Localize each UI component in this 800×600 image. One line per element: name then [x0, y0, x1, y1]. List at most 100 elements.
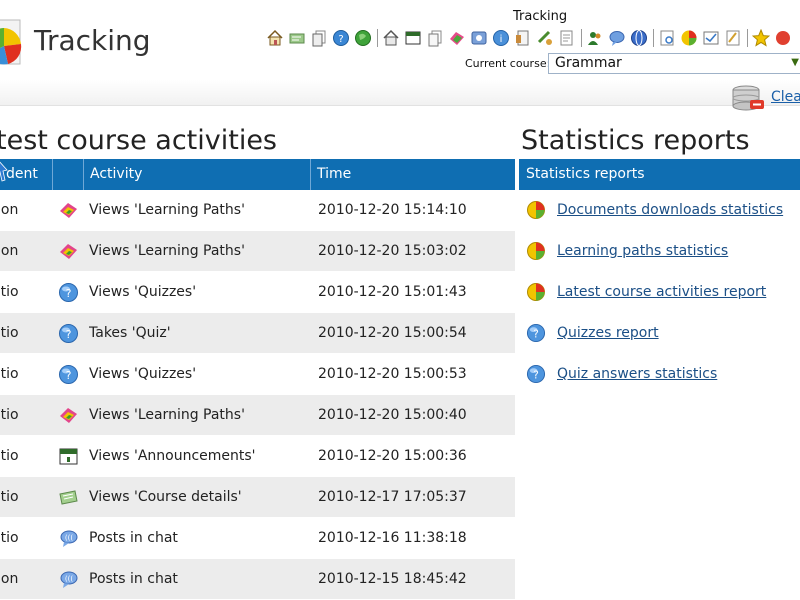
announcements-icon[interactable]	[404, 29, 422, 47]
student-cell: atio	[0, 530, 19, 546]
clear-link[interactable]: Clea	[771, 89, 800, 105]
time-cell: 2010-12-15 18:45:42	[318, 571, 467, 587]
table-row: atio (((Posts in chat 2010-12-16 11:38:18	[0, 518, 515, 559]
learning-paths-toolbar-icon[interactable]	[448, 29, 466, 47]
time-cell: 2010-12-20 15:00:36	[318, 448, 467, 464]
stats-report-link[interactable]: Quiz answers statistics	[557, 366, 717, 382]
quiz-icon: ?	[53, 364, 89, 385]
help-icon[interactable]: i	[492, 29, 510, 47]
web-icon[interactable]	[630, 29, 648, 47]
quiz-toolbar-icon[interactable]: ?	[332, 29, 350, 47]
glossary-icon[interactable]	[558, 29, 576, 47]
activity-cell: Takes 'Quiz'	[89, 325, 171, 341]
stats-report-link[interactable]: Documents downloads statistics	[557, 202, 783, 218]
announcement-icon	[53, 446, 89, 467]
more-icon[interactable]	[774, 29, 792, 47]
current-course-value: Grammar	[555, 55, 622, 71]
svg-text:i: i	[500, 34, 503, 45]
tracking-toolbar-icon[interactable]	[680, 29, 698, 47]
reports-icon[interactable]	[658, 29, 676, 47]
list-item: ? Quizzes report	[519, 313, 800, 354]
time-cell: 2010-12-20 15:00:54	[318, 325, 467, 341]
table-row: atio Views 'Announcements' 2010-12-20 15:0…	[0, 436, 515, 477]
home-alt-icon[interactable]	[382, 29, 400, 47]
documents-icon[interactable]	[310, 29, 328, 47]
table-row: non Views 'Learning Paths' 2010-12-20 15:1…	[0, 190, 515, 231]
activity-cell: Views 'Quizzes'	[89, 366, 197, 382]
student-cell: atio	[0, 284, 19, 300]
pages-icon[interactable]	[426, 29, 444, 47]
list-item: Documents downloads statistics	[519, 190, 800, 231]
current-course-select[interactable]: Grammar ▼	[548, 53, 800, 74]
chat-toolbar-icon[interactable]	[608, 29, 626, 47]
activity-cell: Views 'Learning Paths'	[89, 243, 245, 259]
svg-text:?: ?	[66, 369, 72, 382]
pie-chart-icon	[519, 241, 557, 261]
activity-cell: Views 'Course details'	[89, 489, 242, 505]
activity-cell: Views 'Announcements'	[89, 448, 256, 464]
table-row: atio Views 'Course details' 2010-12-17 17:…	[0, 477, 515, 518]
table-row: atio? Views 'Quizzes' 2010-12-20 15:01:43	[0, 272, 515, 313]
svg-text:?: ?	[533, 328, 539, 340]
list-item: Learning paths statistics	[519, 231, 800, 272]
stats-table-header: Statistics reports	[519, 159, 800, 190]
list-item: ? Quiz answers statistics	[519, 354, 800, 395]
pie-chart-icon	[519, 282, 557, 302]
student-cell: non	[0, 571, 19, 587]
column-time[interactable]: Time	[311, 159, 515, 190]
header: Tracking Tracking ? i Current course: Gr…	[0, 0, 800, 111]
activity-cell: Posts in chat	[89, 571, 178, 587]
stats-report-link[interactable]: Latest course activities report	[557, 284, 766, 300]
time-cell: 2010-12-20 15:00:53	[318, 366, 467, 382]
globe-icon[interactable]	[354, 29, 372, 47]
table-row: atio Views 'Learning Paths' 2010-12-20 15:…	[0, 395, 515, 436]
home-icon[interactable]	[266, 29, 284, 47]
quiz-icon: ?	[519, 323, 557, 343]
student-cell: non	[0, 243, 19, 259]
column-activity[interactable]: Activity	[84, 159, 311, 190]
time-cell: 2010-12-20 15:01:43	[318, 284, 467, 300]
course-description-icon[interactable]	[288, 29, 306, 47]
stats-report-link[interactable]: Learning paths statistics	[557, 243, 728, 259]
svg-text:?: ?	[66, 328, 72, 341]
tool-toolbar: ? i	[266, 27, 796, 49]
student-cell: atio	[0, 489, 19, 505]
toolbar-separator	[653, 29, 654, 47]
activity-cell: Posts in chat	[89, 530, 178, 546]
student-cell: atio	[0, 407, 19, 423]
links-icon[interactable]	[536, 29, 554, 47]
notebook-icon[interactable]	[514, 29, 532, 47]
table-row: non (((Posts in chat 2010-12-15 18:45:42	[0, 559, 515, 600]
activities-table: dent Activity Time non Views 'Learning Pa…	[0, 159, 515, 600]
star-icon[interactable]	[752, 29, 770, 47]
time-cell: 2010-12-20 15:00:40	[318, 407, 467, 423]
users-icon[interactable]	[586, 29, 604, 47]
quiz-icon: ?	[519, 364, 557, 384]
activity-cell: Views 'Learning Paths'	[89, 407, 245, 423]
current-course-label: Current course:	[465, 57, 551, 70]
chat-icon: (((	[53, 569, 89, 590]
stats-title: Statistics reports	[521, 125, 750, 156]
learning-path-icon	[53, 241, 89, 262]
survey-icon[interactable]	[702, 29, 720, 47]
settings-icon[interactable]	[724, 29, 742, 47]
database-clear-icon[interactable]	[730, 84, 766, 112]
quiz-icon: ?	[53, 282, 89, 303]
time-cell: 2010-12-20 15:14:10	[318, 202, 467, 218]
student-cell: atio	[0, 366, 19, 382]
chat-icon: (((	[53, 528, 89, 549]
stats-report-link[interactable]: Quizzes report	[557, 325, 659, 341]
activities-table-header: dent Activity Time	[0, 159, 515, 190]
activities-title: test course activities	[0, 125, 277, 156]
activity-cell: Views 'Quizzes'	[89, 284, 197, 300]
course-details-icon	[53, 487, 89, 508]
chevron-down-icon: ▼	[791, 57, 799, 68]
activities-table-body: non Views 'Learning Paths' 2010-12-20 15:1…	[0, 190, 515, 600]
forum-icon[interactable]	[470, 29, 488, 47]
table-row: non Views 'Learning Paths' 2010-12-20 15:0…	[0, 231, 515, 272]
learning-path-icon	[53, 405, 89, 426]
student-cell: atio	[0, 448, 19, 464]
quiz-icon: ?	[53, 323, 89, 344]
table-row: atio? Takes 'Quiz' 2010-12-20 15:00:54	[0, 313, 515, 354]
list-item: Latest course activities report	[519, 272, 800, 313]
